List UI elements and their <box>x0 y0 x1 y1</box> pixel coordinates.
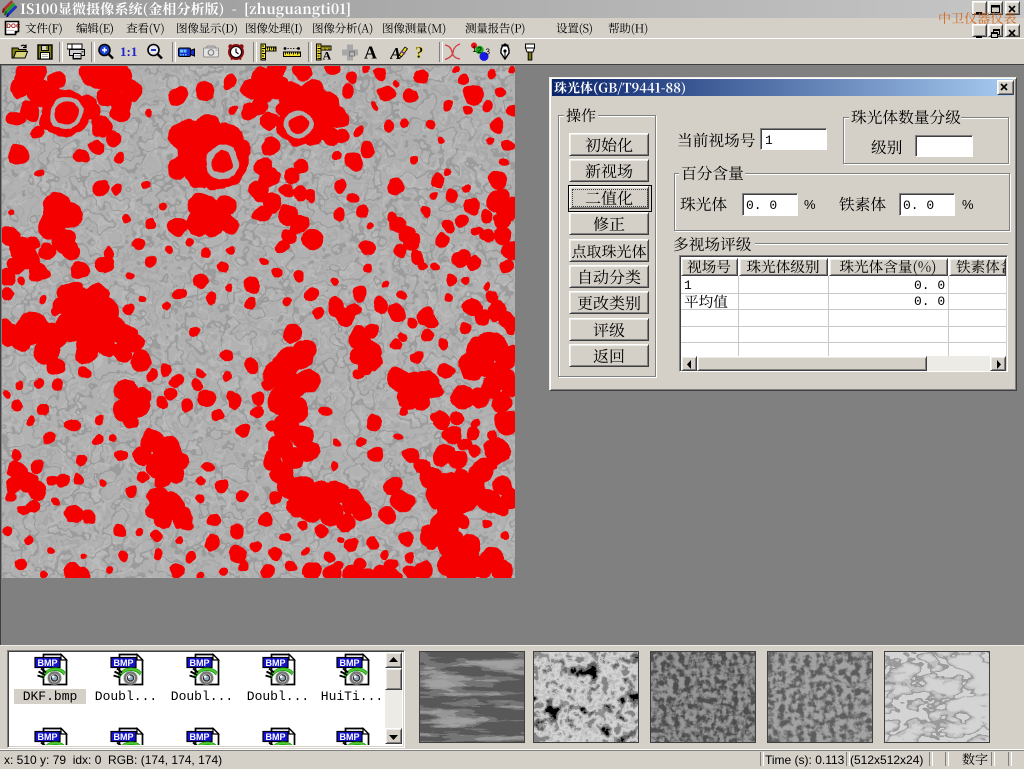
svg-text:BMP: BMP <box>114 732 134 742</box>
svg-text:3: 3 <box>486 48 491 57</box>
svg-text:BMP: BMP <box>340 658 360 668</box>
svg-text:BMP: BMP <box>266 658 286 668</box>
svg-text:BMP: BMP <box>114 658 134 668</box>
svg-text:BMP: BMP <box>38 658 58 668</box>
svg-text:DOC: DOC <box>6 23 20 30</box>
svg-text:BMP: BMP <box>190 658 210 668</box>
svg-text:BMP: BMP <box>266 732 286 742</box>
svg-text:BMP: BMP <box>340 732 360 742</box>
svg-text:2: 2 <box>477 46 482 55</box>
svg-text:BMP: BMP <box>190 732 210 742</box>
svg-text:A: A <box>390 44 401 62</box>
svg-text:A: A <box>364 43 377 63</box>
svg-text:BMP: BMP <box>38 732 58 742</box>
svg-text:A: A <box>323 49 332 63</box>
svg-text:?: ? <box>415 43 424 62</box>
